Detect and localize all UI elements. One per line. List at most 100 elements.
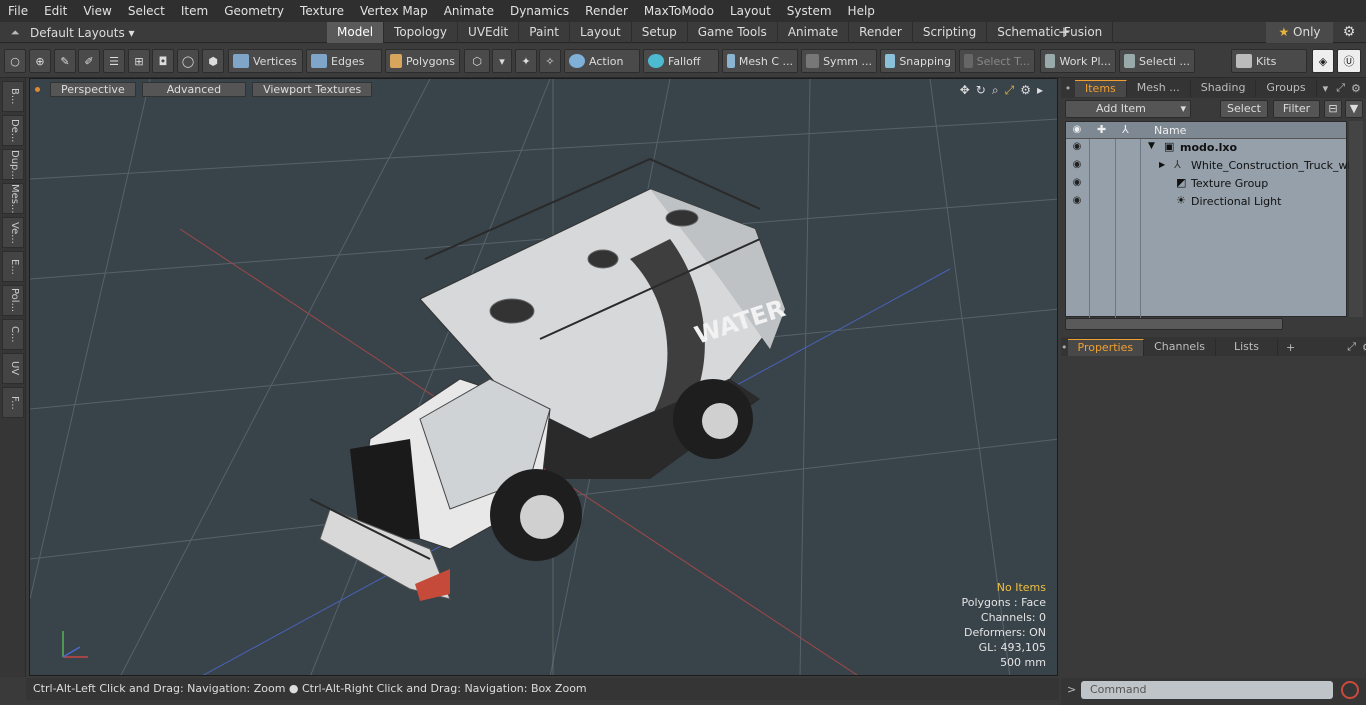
- brush-icon[interactable]: ✐: [78, 49, 100, 73]
- panel-expand-icon[interactable]: ⤢: [1347, 340, 1356, 354]
- sidebar-mesh-edit[interactable]: Mes...: [2, 183, 24, 214]
- tab-groups[interactable]: Groups: [1256, 79, 1317, 97]
- grid-icon[interactable]: ⊞: [128, 49, 150, 73]
- align-icon[interactable]: ☰: [103, 49, 125, 73]
- eye-icon[interactable]: ◉: [1070, 159, 1084, 170]
- sidebar-basic[interactable]: B...: [2, 81, 24, 112]
- item-mode-icon[interactable]: ⬢: [202, 49, 224, 73]
- sidebar-curve[interactable]: C...: [2, 319, 24, 350]
- tab-channels[interactable]: Channels: [1144, 338, 1216, 356]
- sidebar-edge[interactable]: E...: [2, 251, 24, 282]
- symmetry-y-icon[interactable]: ✧: [539, 49, 561, 73]
- move-view-icon[interactable]: ✥: [960, 83, 970, 98]
- snapping-button[interactable]: Snapping: [880, 49, 956, 73]
- menu-geometry[interactable]: Geometry: [216, 0, 292, 22]
- layout-expand-icon[interactable]: ⏶: [0, 26, 30, 40]
- layout-selector[interactable]: ⏶ Default Layouts ▾: [0, 22, 135, 43]
- globe-icon[interactable]: ⊕: [29, 49, 51, 73]
- tab-model[interactable]: Model: [327, 22, 385, 43]
- menu-system[interactable]: System: [779, 0, 840, 22]
- zoom-view-icon[interactable]: ⌕: [992, 83, 999, 98]
- viewport-gear-icon[interactable]: ⚙: [1020, 83, 1031, 98]
- snap-box-icon[interactable]: ◘: [152, 49, 174, 73]
- vertices-button[interactable]: Vertices: [228, 49, 303, 73]
- pen-tool-icon[interactable]: ✎: [54, 49, 76, 73]
- menu-help[interactable]: Help: [840, 0, 883, 22]
- select-through-button[interactable]: Select T...: [959, 49, 1035, 73]
- gear-icon[interactable]: ⚙: [1338, 22, 1360, 42]
- tab-layout[interactable]: Layout: [570, 22, 632, 43]
- add-item-button[interactable]: Add Item ▾: [1065, 100, 1191, 118]
- tab-properties[interactable]: Properties: [1067, 338, 1145, 356]
- only-toggle[interactable]: ★ Only: [1266, 22, 1333, 43]
- unity-icon[interactable]: ◈: [1312, 49, 1334, 73]
- tabs-chevron-down-icon[interactable]: ▾: [1323, 82, 1329, 95]
- filter-button[interactable]: Filter: [1273, 100, 1320, 118]
- tree-row-texture-group[interactable]: ◉ ◩ Texture Group: [1066, 175, 1346, 193]
- tab-paint[interactable]: Paint: [519, 22, 570, 43]
- add-tab-plus-icon[interactable]: +: [1056, 22, 1072, 42]
- tab-lists[interactable]: Lists: [1216, 338, 1278, 356]
- select-button[interactable]: Select: [1220, 100, 1268, 118]
- menu-texture[interactable]: Texture: [292, 0, 352, 22]
- tab-shading[interactable]: Shading: [1191, 79, 1257, 97]
- menu-layout[interactable]: Layout: [722, 0, 779, 22]
- tree-row-modo-lxo[interactable]: ◉ ▼ ▣ modo.lxo: [1066, 139, 1346, 157]
- eye-icon[interactable]: ◉: [1070, 177, 1084, 188]
- eye-icon[interactable]: ◉: [1070, 195, 1084, 206]
- water-truck-model[interactable]: WATER: [309, 157, 789, 601]
- symmetry-button[interactable]: Symm ...: [801, 49, 877, 73]
- viewport-textures-dropdown[interactable]: Viewport Textures: [252, 82, 373, 97]
- collapse-icon[interactable]: ⊟: [1324, 100, 1342, 118]
- circle-select-icon[interactable]: ○: [4, 49, 26, 73]
- expand-triangle-icon[interactable]: ▼: [1148, 141, 1155, 151]
- tab-topology[interactable]: Topology: [384, 22, 459, 43]
- sidebar-duplicate[interactable]: Dup...: [2, 149, 24, 180]
- material-mode-icon[interactable]: ⬡: [464, 49, 490, 73]
- tab-render[interactable]: Render: [849, 22, 913, 43]
- tab-mesh[interactable]: Mesh ...: [1127, 79, 1191, 97]
- collapse-triangle-icon[interactable]: ▶: [1159, 160, 1165, 169]
- menu-render[interactable]: Render: [577, 0, 636, 22]
- menu-dynamics[interactable]: Dynamics: [502, 0, 577, 22]
- falloff-button[interactable]: Falloff: [643, 49, 719, 73]
- sidebar-fusion[interactable]: F...: [2, 387, 24, 418]
- viewport-arrow-right-icon[interactable]: ▸: [1037, 83, 1043, 98]
- sidebar-polygon[interactable]: Pol...: [2, 285, 24, 316]
- 3d-viewport[interactable]: WATER Perspective Advanced Viewport Text…: [29, 78, 1058, 676]
- menu-edit[interactable]: Edit: [36, 0, 75, 22]
- tab-items[interactable]: Items: [1075, 79, 1127, 97]
- tree-horizontal-scrollbar[interactable]: [1065, 318, 1283, 330]
- perspective-dropdown[interactable]: Perspective: [50, 82, 136, 97]
- tree-row-directional-light[interactable]: ◉ ☀ Directional Light: [1066, 193, 1346, 211]
- kits-button[interactable]: Kits: [1231, 49, 1307, 73]
- tree-row-truck-mesh[interactable]: ◉ ▶ ⅄ White_Construction_Truck_wi...: [1066, 157, 1361, 175]
- selection-sets-button[interactable]: Selecti ...: [1119, 49, 1195, 73]
- menu-file[interactable]: File: [0, 0, 36, 22]
- record-macro-icon[interactable]: [1341, 681, 1359, 699]
- tree-vertical-scrollbar[interactable]: [1349, 121, 1363, 317]
- menu-animate[interactable]: Animate: [436, 0, 502, 22]
- panel-gear-icon[interactable]: ⚙: [1351, 82, 1361, 95]
- unreal-icon[interactable]: Ⓤ: [1337, 49, 1361, 73]
- ring-icon[interactable]: ◯: [177, 49, 199, 73]
- add-panel-tab-icon[interactable]: +: [1286, 341, 1295, 354]
- panel-gear-icon[interactable]: ⚙: [1362, 341, 1366, 354]
- funnel-icon[interactable]: ▼: [1345, 100, 1363, 118]
- polygons-button[interactable]: Polygons: [385, 49, 460, 73]
- edges-button[interactable]: Edges: [306, 49, 382, 73]
- mesh-constraint-button[interactable]: Mesh C ...: [722, 49, 798, 73]
- menu-maxtomodo[interactable]: MaxToModo: [636, 0, 722, 22]
- menu-item[interactable]: Item: [173, 0, 216, 22]
- tab-uvedit[interactable]: UVEdit: [458, 22, 520, 43]
- tab-schematic-fusion[interactable]: Schematic Fusion: [987, 22, 1114, 43]
- sidebar-deform[interactable]: De...: [2, 115, 24, 146]
- sidebar-uv[interactable]: UV: [2, 353, 24, 384]
- menu-vertex-map[interactable]: Vertex Map: [352, 0, 436, 22]
- eye-icon[interactable]: ◉: [1070, 141, 1084, 152]
- tab-game-tools[interactable]: Game Tools: [688, 22, 778, 43]
- tab-setup[interactable]: Setup: [632, 22, 688, 43]
- symmetry-x-icon[interactable]: ✦: [515, 49, 537, 73]
- menu-view[interactable]: View: [75, 0, 119, 22]
- rotate-view-icon[interactable]: ↻: [976, 83, 986, 98]
